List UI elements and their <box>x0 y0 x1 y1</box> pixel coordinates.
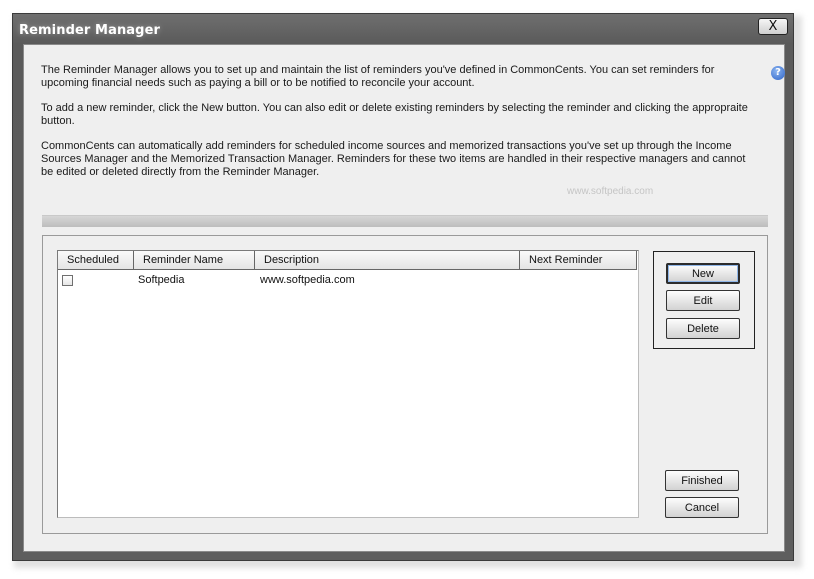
column-header-reminder-name[interactable]: Reminder Name <box>134 251 255 270</box>
reminders-grid[interactable]: Scheduled Reminder Name Description Next… <box>57 250 639 518</box>
new-button[interactable]: New <box>666 263 740 284</box>
dialog-client-area: The Reminder Manager allows you to set u… <box>23 44 785 552</box>
help-icon[interactable]: ? <box>771 66 785 80</box>
column-header-description[interactable]: Description <box>255 251 520 270</box>
cancel-button[interactable]: Cancel <box>665 497 739 518</box>
reminders-group: Scheduled Reminder Name Description Next… <box>42 235 768 534</box>
intro-paragraph-3: CommonCents can automatically add remind… <box>41 140 746 178</box>
close-icon: X <box>768 19 778 34</box>
column-header-next-reminder[interactable]: Next Reminder <box>520 251 637 270</box>
scheduled-checkbox[interactable] <box>62 275 73 286</box>
separator-bar <box>42 215 768 227</box>
edit-button[interactable]: Edit <box>666 290 740 311</box>
close-button[interactable]: X <box>758 18 788 35</box>
finished-button[interactable]: Finished <box>665 470 739 491</box>
intro-paragraph-1: The Reminder Manager allows you to set u… <box>41 64 715 89</box>
grid-header: Scheduled Reminder Name Description Next… <box>58 251 638 270</box>
reminder-manager-window: Reminder Manager X The Reminder Manager … <box>12 13 794 561</box>
watermark: www.softpedia.com <box>567 186 654 197</box>
intro-text: The Reminder Manager allows you to set u… <box>41 64 753 191</box>
description-cell: www.softpedia.com <box>260 274 355 286</box>
intro-paragraph-2: To add a new reminder, click the New but… <box>41 102 748 127</box>
column-header-scheduled[interactable]: Scheduled <box>58 251 134 270</box>
window-title: Reminder Manager <box>19 23 161 38</box>
reminder-name-cell: Softpedia <box>138 274 185 286</box>
delete-button[interactable]: Delete <box>666 318 740 339</box>
table-row[interactable]: Softpedia www.softpedia.com <box>58 272 638 290</box>
action-button-group: New Edit Delete <box>653 251 755 349</box>
